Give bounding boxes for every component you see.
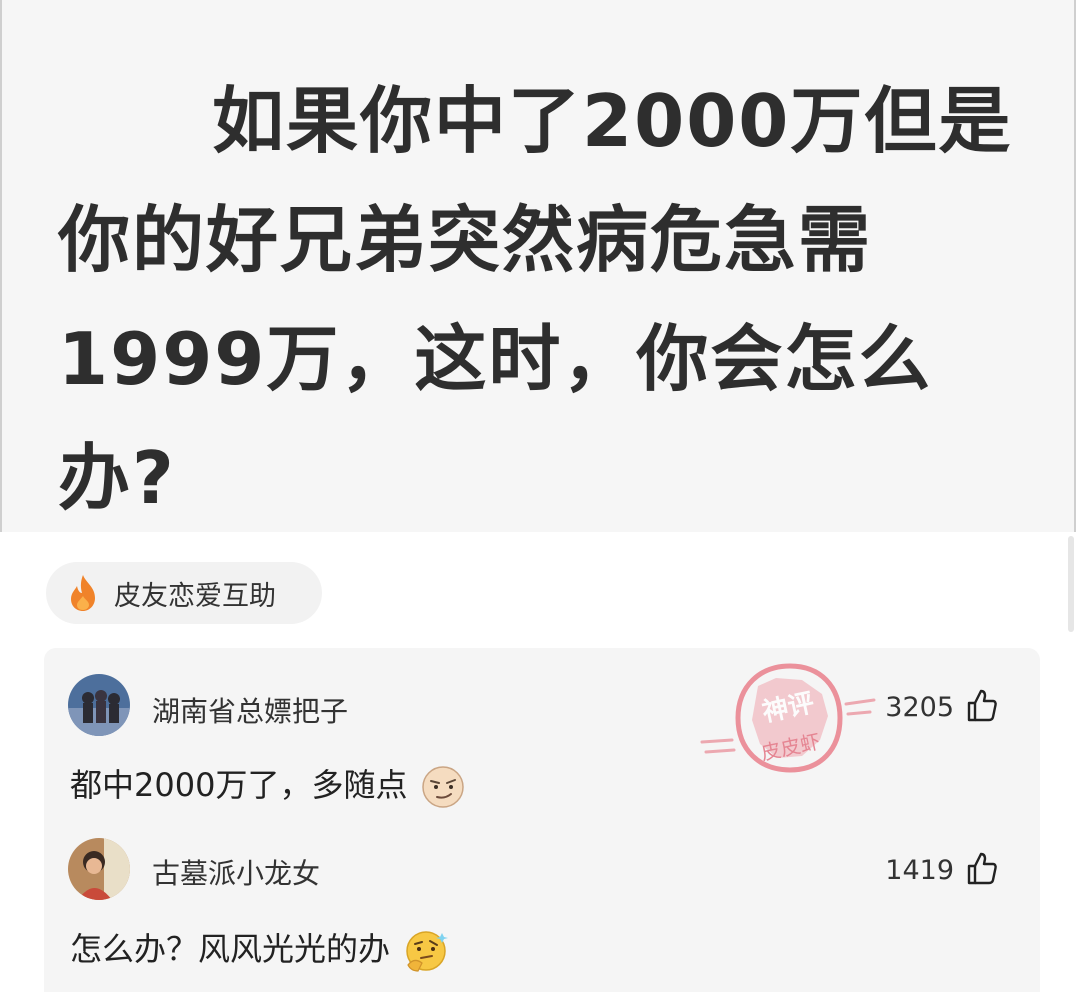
thumbs-up-icon[interactable] [966,851,998,885]
post-card: 如果你中了2000万但是你的好兄弟突然病危急需1999万，这时，你会怎么办? [0,0,1076,532]
scrollbar[interactable] [1068,536,1074,632]
avatar[interactable] [68,838,130,900]
fire-icon [71,575,95,611]
comment-text: 都中2000万了，多随点 [70,760,466,810]
comment-item: 湖南省总嫖把子 3205 都中2000万了，多随点 [44,648,1040,828]
comment-username[interactable]: 湖南省总嫖把子 [152,690,348,730]
hot-comments-panel: 湖南省总嫖把子 3205 都中2000万了，多随点 古墓派小龙女 1419 怎么… [44,648,1040,992]
comment-body: 怎么办？风风光光的办 [70,930,391,968]
comment-username[interactable]: 古墓派小龙女 [152,852,320,892]
post-question: 如果你中了2000万但是你的好兄弟突然病危急需1999万，这时，你会怎么办? [58,79,1013,520]
thinking-face-emoji [406,931,449,972]
comment-body: 都中2000万了，多随点 [70,766,408,804]
thumbs-up-icon[interactable] [966,688,998,722]
topic-tag-label: 皮友恋爱互助 [114,580,276,612]
user-avatar-image [68,838,130,900]
smirk-face-emoji [421,766,464,808]
comment-item: 古墓派小龙女 1419 怎么办？风风光光的办 [44,828,1040,992]
watermark-stamp-graphic: 神评 皮皮虾 [700,663,876,773]
user-avatar-image [68,674,130,736]
watermark-stamp: 神评 皮皮虾 [698,658,878,788]
topic-tag[interactable]: 皮友恋爱互助 [46,562,322,624]
comment-text: 怎么办？风风光光的办 [70,924,450,975]
like-count: 1419 [885,855,954,886]
avatar[interactable] [68,674,130,736]
